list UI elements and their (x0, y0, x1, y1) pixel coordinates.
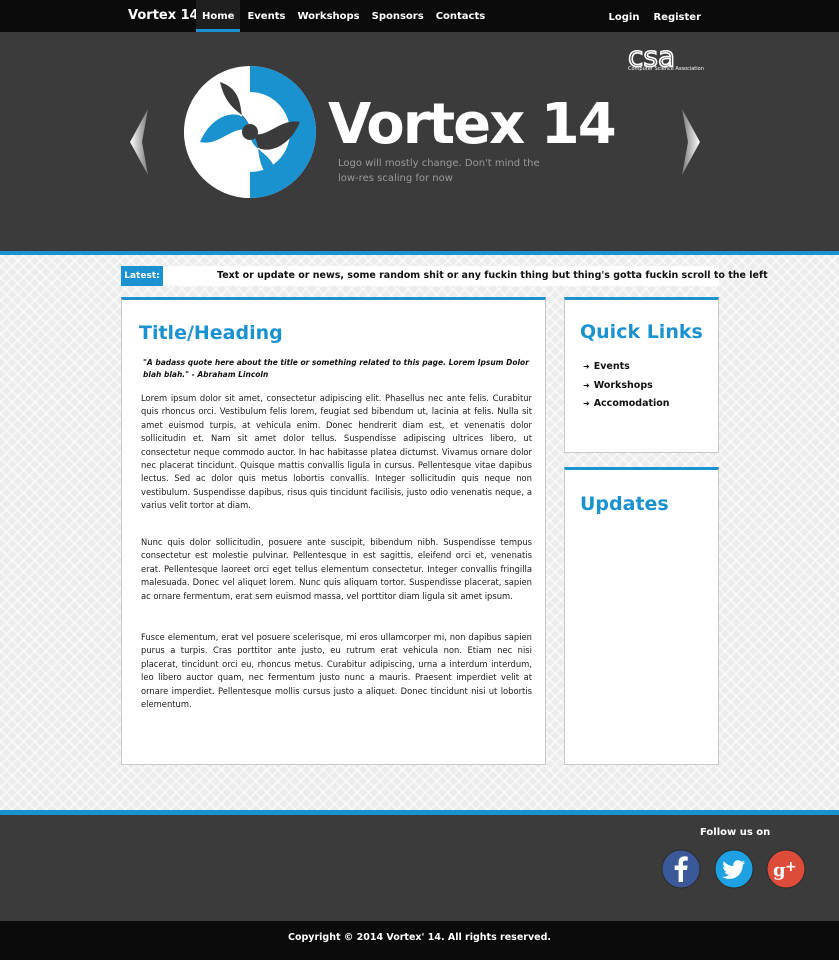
svg-text:+: + (785, 859, 797, 875)
quick-link-label: Workshops (593, 379, 653, 391)
hero-note: Logo will mostly change. Don't mind the … (338, 158, 540, 184)
news-ticker: Latest: Text or update or news, some ran… (121, 266, 768, 286)
quick-link-label: Accomodation (593, 398, 670, 409)
copyright-text: Copyright © 2014 Vortex' 14. All rights … (287, 932, 552, 943)
vortex-logo-icon (184, 66, 316, 198)
body-paragraph: Nunc quis dolor sollicitudin, posuere an… (141, 537, 532, 601)
page-quote: "A badass quote here about the title or … (143, 358, 529, 379)
auth-links: Login Register (595, 0, 701, 32)
updates-card: Updates (564, 467, 719, 765)
quick-link-accomodation[interactable]: ➜ Accomodation (583, 395, 670, 414)
quick-link-events[interactable]: ➜ Events (583, 358, 670, 377)
main-nav: Home Events Workshops Sponsors Contacts (196, 0, 492, 32)
page-title: Title/Heading (139, 322, 283, 344)
login-link[interactable]: Login (609, 0, 640, 32)
csa-subtitle: Computer Science Association (628, 66, 704, 72)
main-content-card: Title/Heading "A badass quote here about… (121, 297, 546, 765)
ticker-text[interactable]: Text or update or news, some random shit… (217, 266, 768, 286)
top-navbar: Vortex 14 Home Events Workshops Sponsors… (0, 0, 839, 32)
quick-links-heading: Quick Links (580, 321, 703, 343)
quick-link-label: Events (593, 361, 630, 372)
nav-item-home[interactable]: Home (196, 0, 241, 32)
nav-item-sponsors[interactable]: Sponsors (367, 0, 429, 32)
quick-links-list: ➜ Events ➜ Workshops ➜ Accomodation (583, 358, 670, 414)
body-paragraph: Lorem ipsum dolor sit amet, consectetur … (141, 393, 532, 511)
google-plus-icon[interactable]: g + (766, 849, 806, 889)
nav-item-workshops[interactable]: Workshops (292, 0, 364, 32)
twitter-icon[interactable] (714, 849, 754, 889)
body-paragraph: Fusce elementum, erat vel posuere sceler… (141, 632, 532, 710)
register-link[interactable]: Register (653, 0, 701, 32)
chevron-right-icon[interactable] (676, 107, 702, 177)
ticker-label: Latest: (121, 266, 163, 286)
hero-title: Vortex 14 (328, 92, 617, 157)
quick-links-card: Quick Links ➜ Events ➜ Workshops ➜ Accomoda… (564, 297, 719, 453)
nav-item-contacts[interactable]: Contacts (431, 0, 491, 32)
brand-name[interactable]: Vortex 14 (128, 8, 199, 23)
quick-link-workshops[interactable]: ➜ Workshops (583, 377, 670, 396)
copyright-bar: Copyright © 2014 Vortex' 14. All rights … (0, 921, 839, 960)
follow-us-label: Follow us on (700, 827, 771, 838)
arrow-right-icon: ➜ (583, 362, 590, 371)
hero-banner: Vortex 14 Logo will mostly change. Don't… (0, 32, 839, 251)
facebook-icon[interactable] (661, 849, 701, 889)
arrow-right-icon: ➜ (583, 399, 590, 408)
nav-item-events[interactable]: Events (242, 0, 290, 32)
footer: Follow us on g + (0, 815, 839, 921)
updates-heading: Updates (580, 493, 669, 515)
arrow-right-icon: ➜ (583, 380, 590, 390)
chevron-left-icon[interactable] (128, 107, 154, 177)
